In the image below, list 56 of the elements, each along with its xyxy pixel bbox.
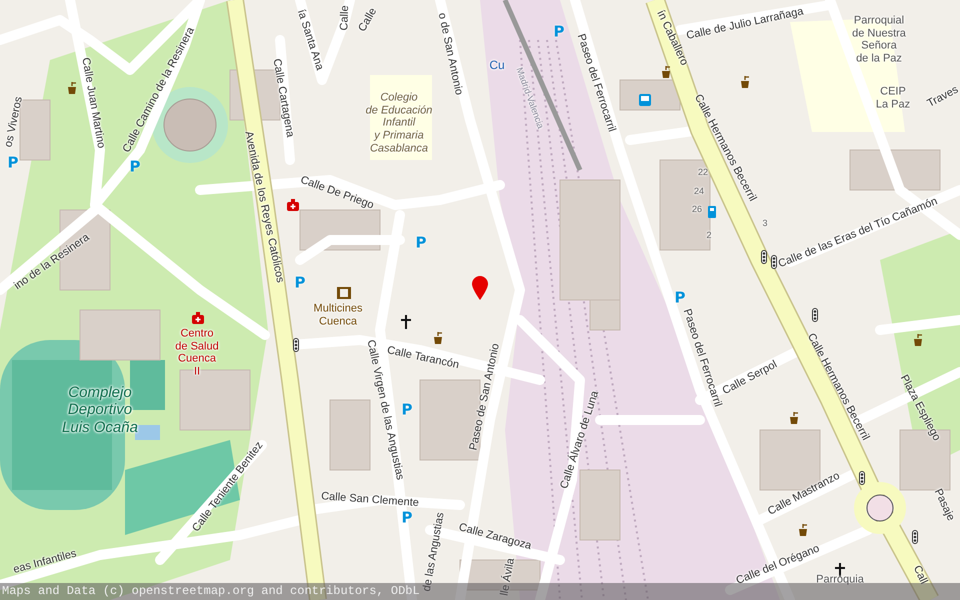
house-number: 3 xyxy=(762,218,768,228)
street-label: os Viveros xyxy=(2,96,26,148)
street-label: Paseo de San Antonio xyxy=(468,342,502,452)
house-number: 24 xyxy=(694,186,704,196)
fountain-icon xyxy=(660,66,672,78)
bus-icon xyxy=(639,94,651,106)
street-label: o de San Antonio xyxy=(435,12,465,96)
place-label: Multicines Cuenca xyxy=(314,302,362,328)
traffic-light-icon xyxy=(761,250,767,264)
traffic-light-icon xyxy=(859,471,865,485)
first-aid-icon xyxy=(287,199,299,211)
fountain-icon xyxy=(66,82,78,94)
fountain-icon xyxy=(912,334,924,346)
street-label: Calle Tarancón xyxy=(386,344,460,372)
parking-sign: P xyxy=(130,160,140,174)
street-label: Calle Álvaro de Luna xyxy=(558,389,602,491)
street-label: lle Ávila xyxy=(498,557,518,597)
street-label: Call xyxy=(910,564,930,586)
street-label: Calle San Clemente xyxy=(320,490,420,510)
street-label: Pasaje xyxy=(931,487,957,523)
place-label: Cu xyxy=(489,59,505,73)
traffic-light-icon xyxy=(812,308,818,322)
fuel-pump-icon xyxy=(708,206,718,218)
street-label: ía Santa Ana xyxy=(294,8,326,72)
parking-sign: P xyxy=(402,510,412,526)
fountain-icon xyxy=(797,524,809,536)
house-number: 22 xyxy=(698,166,708,178)
traffic-light-icon xyxy=(771,255,777,269)
parking-sign: P xyxy=(554,24,564,40)
house-number: 26 xyxy=(692,204,702,214)
place-label: Colegio de Educación Infantil y Primaria Casablanca xyxy=(366,91,432,155)
place-label: Parroquial de Nuestra Señora de la Paz xyxy=(852,14,906,66)
street-label: Calle xyxy=(338,5,352,31)
traffic-light-icon xyxy=(912,530,918,544)
location-pin-icon xyxy=(472,276,488,300)
place-label: Parroquia xyxy=(816,574,864,586)
film-icon xyxy=(337,287,351,299)
church-cross-icon xyxy=(401,315,411,329)
fountain-icon xyxy=(432,332,444,344)
place-label: CEIP La Paz xyxy=(876,85,910,111)
house-number: 2 xyxy=(706,230,712,240)
parking-sign: P xyxy=(294,276,306,290)
place-label: Centro de Salud Cuenca II xyxy=(175,328,219,378)
parking-sign: P xyxy=(416,236,426,250)
street-label: Calle Juan Martino xyxy=(78,56,108,150)
parking-sign: P xyxy=(674,290,686,306)
street-label: de las Angustias xyxy=(420,511,448,593)
street-label: Calle De Priego xyxy=(298,174,376,212)
parking-sign: P xyxy=(8,156,18,170)
parking-sign: P xyxy=(402,402,412,418)
traffic-light-icon xyxy=(293,338,299,352)
fountain-icon xyxy=(739,76,751,88)
street-label: Calle de Julio Larrañaga xyxy=(685,5,805,42)
street-label: eas Infantiles xyxy=(12,548,78,576)
fountain-icon xyxy=(788,412,800,424)
first-aid-icon xyxy=(192,312,204,324)
